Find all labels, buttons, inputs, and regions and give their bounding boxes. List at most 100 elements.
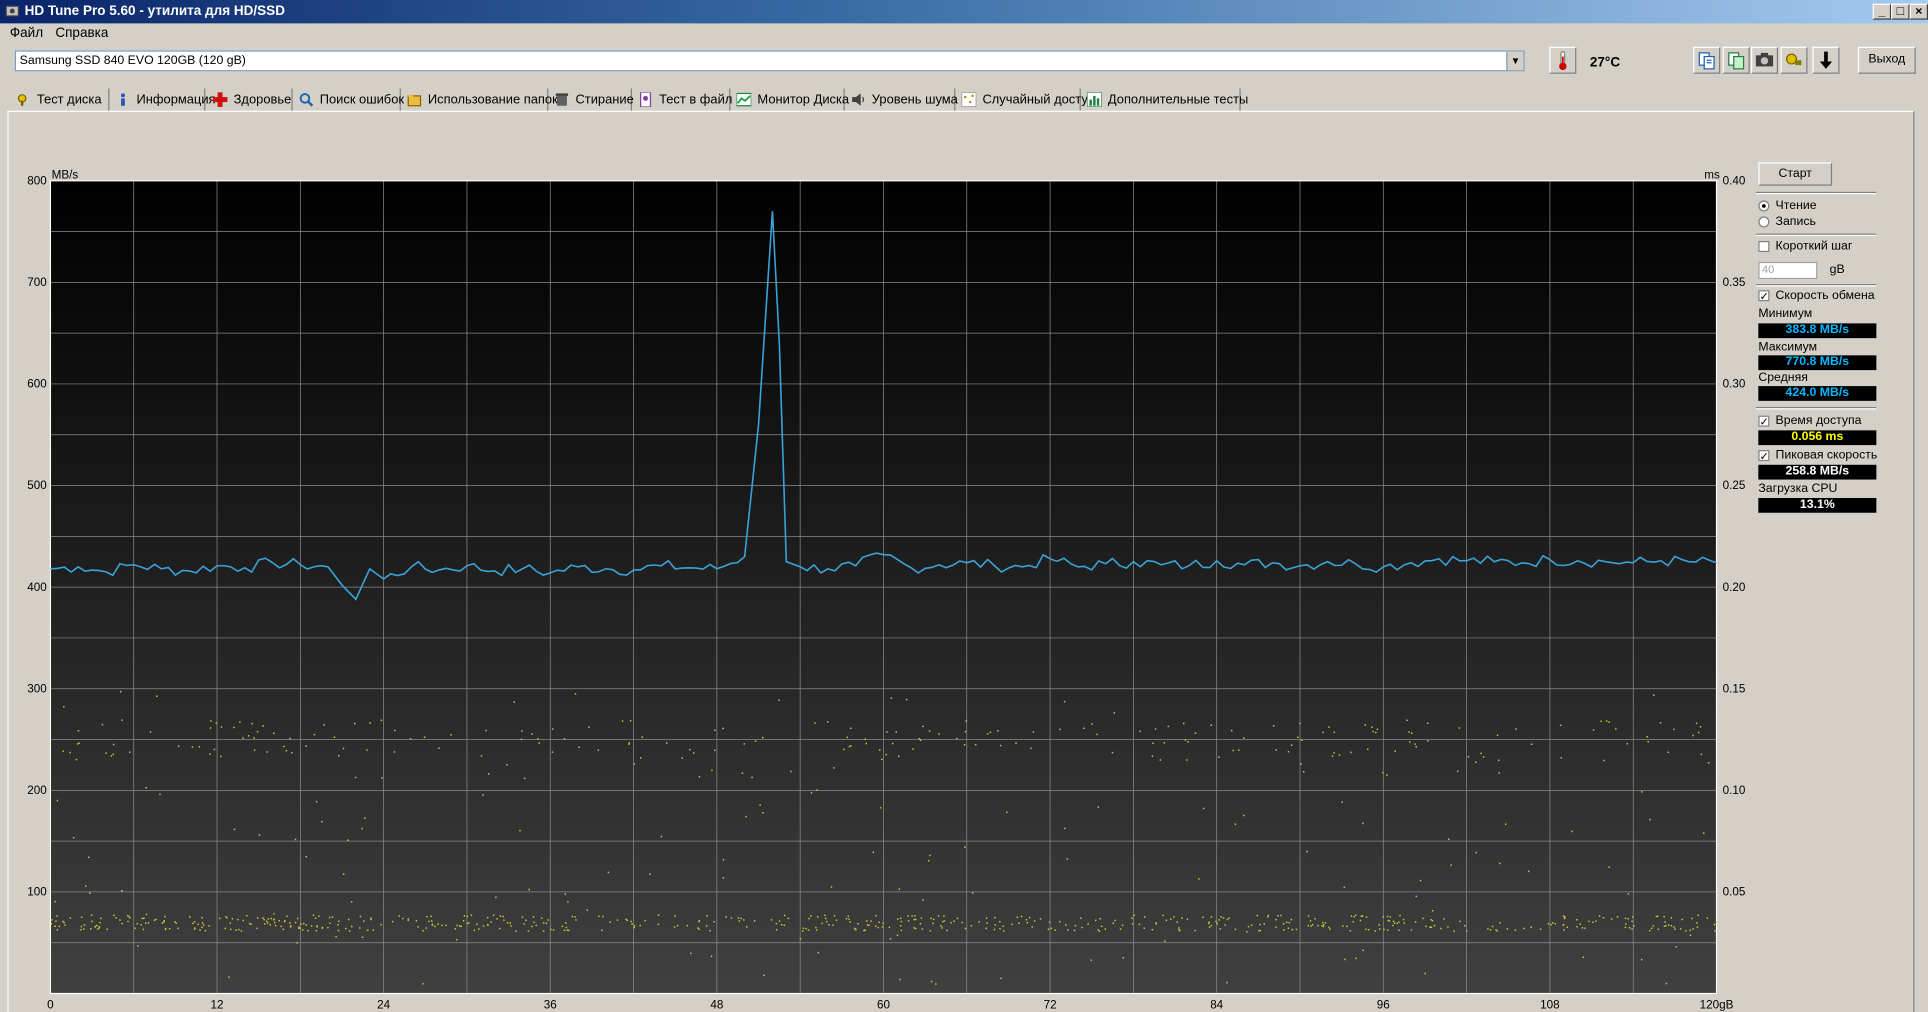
access-time-point — [1218, 919, 1220, 921]
copy-image-button[interactable] — [1722, 46, 1750, 74]
access-time-point — [1453, 930, 1455, 932]
access-time-point — [333, 736, 336, 739]
tab-extra-tests[interactable]: Дополнительные тесты — [1083, 88, 1248, 112]
access-time-point — [1104, 928, 1107, 930]
close-button[interactable]: × — [1909, 3, 1928, 20]
access-time-point — [1443, 918, 1445, 920]
access-time-point — [922, 725, 924, 728]
access-time-point — [492, 914, 495, 917]
copy-text-button[interactable] — [1693, 46, 1721, 74]
access-time-point — [327, 926, 329, 929]
access-time-point — [1131, 917, 1133, 920]
access-time-point — [551, 728, 554, 730]
access-time-point — [974, 743, 977, 746]
tab-folder-usage[interactable]: Использование папок — [403, 88, 558, 112]
access-time-point — [1447, 838, 1450, 840]
access-time-point — [1487, 927, 1489, 930]
y-left-tick: 400 — [27, 581, 47, 594]
access-time-point — [1224, 924, 1226, 926]
access-time-point — [1498, 772, 1500, 774]
temperature-button[interactable] — [1549, 46, 1577, 74]
access-time-point — [1039, 918, 1042, 920]
access-time-point — [499, 915, 502, 917]
access-time-point — [896, 934, 899, 937]
access-time-checkbox[interactable]: ✓ — [1758, 415, 1770, 427]
access-time-point — [1431, 910, 1434, 912]
access-time-point — [846, 736, 849, 739]
access-time-point — [932, 922, 934, 925]
access-time-point — [879, 749, 881, 751]
access-time-point — [1087, 923, 1089, 925]
access-time-point — [69, 751, 71, 754]
access-time-point — [1162, 914, 1164, 917]
access-time-point — [824, 917, 827, 920]
read-radio[interactable] — [1758, 200, 1770, 212]
exit-button[interactable]: Выход — [1857, 46, 1916, 74]
access-time-point — [1456, 770, 1459, 773]
access-time-point — [538, 742, 540, 744]
access-time-point — [810, 915, 812, 917]
short-step-input[interactable]: 40 — [1758, 261, 1818, 280]
access-time-point — [807, 929, 810, 931]
access-time-point — [943, 920, 946, 922]
access-time-point — [338, 920, 340, 923]
menu-file[interactable]: Файл — [10, 26, 43, 41]
tab-file-test[interactable]: Тест в файл — [634, 88, 732, 112]
access-time-point — [248, 922, 251, 925]
minimize-button[interactable]: _ — [1872, 3, 1892, 20]
access-time-point — [919, 922, 922, 925]
access-time-point — [890, 697, 893, 699]
burst-rate-checkbox[interactable]: ✓ — [1758, 450, 1770, 462]
access-time-point — [1114, 919, 1116, 922]
tab-noise-level[interactable]: Уровень шума — [847, 88, 958, 112]
access-time-point — [881, 926, 884, 928]
access-time-point — [1419, 879, 1422, 882]
access-time-point — [882, 922, 884, 925]
access-time-point — [1459, 920, 1461, 923]
access-time-point — [523, 777, 526, 780]
access-time-point — [865, 742, 867, 745]
tab-erase[interactable]: Стирание — [551, 88, 634, 112]
chevron-down-icon[interactable]: ▼ — [1506, 51, 1524, 71]
access-time-point — [808, 917, 810, 920]
access-time-point — [1670, 917, 1673, 919]
tab-error-scan[interactable]: Поиск ошибок — [295, 88, 405, 112]
access-time-point — [1018, 922, 1020, 924]
write-radio[interactable] — [1758, 216, 1770, 228]
separator — [1755, 191, 1877, 195]
access-time-point — [1422, 917, 1424, 920]
maximize-button[interactable]: □ — [1891, 3, 1910, 20]
start-button[interactable]: Старт — [1758, 162, 1833, 186]
options-button[interactable] — [1780, 46, 1808, 74]
access-time-point — [1031, 926, 1033, 928]
access-time-point — [598, 915, 600, 918]
tab-disk-monitor[interactable]: Монитор Диска — [733, 88, 849, 112]
access-time-point — [1475, 851, 1477, 854]
access-time-point — [1427, 740, 1429, 742]
y-right-tick: 0.05 — [1723, 886, 1746, 899]
access-time-point — [1415, 745, 1417, 748]
transfer-rate-checkbox[interactable]: ✓ — [1758, 290, 1770, 302]
access-time-point — [1006, 811, 1008, 814]
access-time-point — [1627, 893, 1630, 895]
short-step-checkbox[interactable] — [1758, 241, 1770, 253]
access-time-point — [1291, 928, 1294, 931]
access-time-point — [220, 755, 222, 758]
access-time-point — [364, 817, 366, 819]
tab-random-access[interactable]: Случайный доступ — [958, 88, 1095, 112]
drive-select[interactable]: Samsung SSD 840 EVO 120GB (120 gB) ▼ — [14, 50, 1525, 72]
tab-info[interactable]: Информация — [112, 88, 216, 112]
save-button[interactable] — [1812, 46, 1840, 74]
screenshot-button[interactable] — [1750, 46, 1779, 74]
access-time-point — [121, 922, 123, 925]
access-time-point — [943, 915, 945, 918]
menu-help[interactable]: Справка — [55, 26, 108, 41]
access-time-point — [1392, 920, 1395, 923]
access-time-point — [305, 924, 307, 926]
access-time-point — [62, 750, 64, 752]
access-time-point — [1355, 957, 1357, 960]
tab-health[interactable]: Здоровье — [209, 88, 293, 112]
tab-label: Поиск ошибок — [319, 92, 405, 107]
access-time-point — [714, 729, 716, 731]
tab-disk-test[interactable]: Тест диска — [12, 88, 110, 112]
